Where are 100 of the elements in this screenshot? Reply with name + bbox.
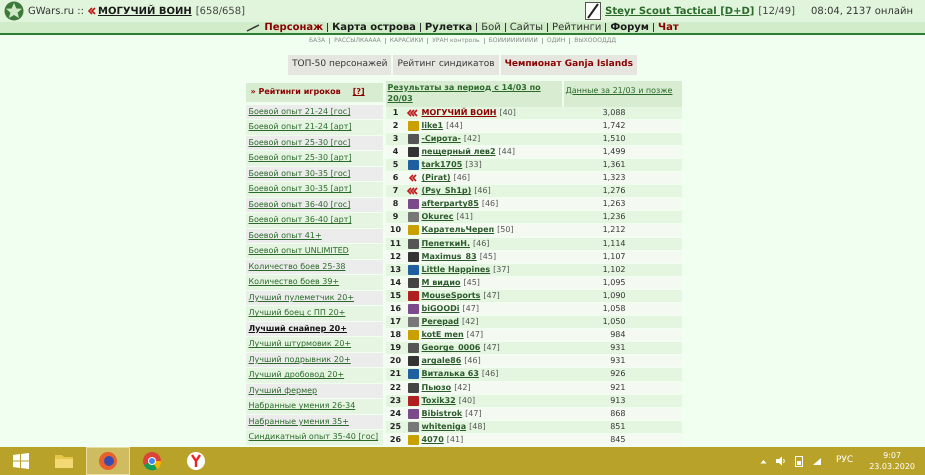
sidebar-item[interactable]: Лучший снайпер 20+	[246, 322, 382, 338]
rating-link[interactable]: Боевой опыт 36-40 [гос]	[248, 198, 350, 211]
rating-link[interactable]: Боевой опыт 21-24 [гос]	[248, 106, 350, 118]
score-text: 1,510	[602, 132, 626, 145]
rating-link[interactable]: Лучший пулеметчик 20+	[248, 292, 354, 304]
rating-link[interactable]: Боевой опыт 36-40 [арт]	[248, 214, 352, 226]
player-link[interactable]: Okurec	[422, 211, 454, 224]
rating-link[interactable]: Лучший штурмовик 20+	[248, 338, 352, 350]
tab[interactable]: ТОП-50 персонажей	[288, 55, 392, 75]
sidebar-item[interactable]: Количество боев 25-38	[246, 260, 382, 276]
player-link[interactable]: Пьюзо	[422, 382, 452, 394]
sidebar-item[interactable]: Боевой опыт 36-40 [гос]	[246, 198, 382, 214]
rating-link[interactable]: Количество боев 25-38	[248, 260, 346, 273]
emblem-icon	[407, 264, 420, 275]
player-link[interactable]: kotE men	[422, 329, 464, 342]
sidebar-item[interactable]: Боевой опыт 30-35 [гос]	[246, 166, 382, 182]
player-link[interactable]: Perepad	[422, 316, 460, 328]
sidebar-item[interactable]: Лучший штурмовик 20+	[246, 337, 382, 353]
sidebar-item[interactable]: Набранные умения 26-34	[246, 399, 382, 415]
score-text: 1,212	[602, 224, 626, 236]
rating-link[interactable]: Боевой опыт 21-24 [арт]	[248, 121, 352, 134]
sidebar-item[interactable]: Боевой опыт 30-35 [арт]	[246, 182, 382, 198]
score-text: 3,088	[602, 106, 626, 119]
sidebar-item[interactable]: Лучший фермер	[246, 384, 382, 400]
rating-link[interactable]: Лучший боец с ПП 20+	[248, 307, 346, 320]
help-link[interactable]: [?]	[352, 86, 365, 98]
nav-link[interactable]: Чат	[658, 20, 679, 36]
nav-link[interactable]: Карта острова	[332, 20, 416, 36]
nav-link[interactable]: Бой	[481, 20, 501, 36]
sidebar-item[interactable]: Лучший боец с ПП 20+	[246, 306, 382, 322]
nav-link[interactable]: Форум	[610, 20, 649, 36]
player-link[interactable]: Виталька 63	[422, 368, 479, 380]
sidebar-item[interactable]: Боевой опыт 41+	[246, 228, 382, 244]
rank-text: 4	[392, 146, 400, 158]
player-link[interactable]: afterparty85	[422, 198, 479, 210]
player-link[interactable]: (Pirat)	[422, 172, 451, 184]
nav-link[interactable]: Рулетка	[424, 20, 472, 36]
sidebar-item[interactable]: Боевой опыт 21-24 [арт]	[246, 120, 382, 136]
sidebar-item[interactable]: Лучший дробовод 20+	[246, 368, 382, 384]
later-data-link[interactable]: Данные за 21/03 и позже	[564, 80, 682, 107]
player-link[interactable]: Bibistrok	[422, 408, 462, 420]
player-link[interactable]: МОГУЧИЙ ВОИН	[422, 106, 496, 119]
rating-link[interactable]: Боевой опыт UNLIMITED	[248, 245, 349, 258]
rating-link[interactable]: Лучший фермер	[248, 384, 318, 397]
player-link[interactable]: М видио	[422, 276, 460, 289]
rating-link[interactable]: Лучший снайпер 20+	[248, 322, 347, 335]
score-text: 926	[609, 368, 626, 380]
sidebar-item[interactable]: Боевой опыт 25-30 [арт]	[246, 151, 382, 167]
level-text: [37]	[493, 264, 510, 276]
rating-link[interactable]: Лучший дробовод 20+	[248, 369, 344, 382]
rating-link[interactable]: Боевой опыт 25-30 [арт]	[248, 152, 352, 164]
player-link[interactable]: Toxik32	[422, 394, 456, 407]
nav-link[interactable]: Рейтинги	[552, 20, 602, 36]
rank-text: 24	[388, 408, 402, 420]
player-link[interactable]: like1	[422, 120, 444, 132]
rank-text: 5	[392, 158, 400, 171]
player-link[interactable]: МОГУЧИЙ ВОИН	[98, 4, 192, 19]
sidebar-item[interactable]: Лучший пулеметчик 20+	[246, 290, 382, 306]
level-text: [44]	[446, 120, 463, 132]
rating-link[interactable]: Боевой опыт 41+	[248, 230, 322, 242]
player-link[interactable]: biGOODi	[422, 303, 460, 316]
sidebar-item[interactable]: Боевой опыт 25-30 [гос]	[246, 136, 382, 152]
nav-link[interactable]: Сайты	[510, 20, 544, 36]
rating-link[interactable]: Боевой опыт 30-35 [гос]	[248, 168, 350, 180]
sidebar-item[interactable]: Количество боев 39+	[246, 275, 382, 291]
player-link[interactable]: 4070	[422, 434, 444, 446]
nav-link[interactable]: Персонаж	[264, 20, 324, 36]
rank-text: 23	[388, 394, 402, 407]
tab[interactable]: Рейтинг синдикатов	[393, 55, 499, 75]
sidebar-item[interactable]: Боевой опыт UNLIMITED	[246, 244, 382, 260]
player-link[interactable]: MouseSports	[422, 290, 480, 302]
player-link[interactable]: -Сирота-	[422, 132, 461, 145]
sidebar-item[interactable]: Набранные умения 35+	[246, 414, 382, 430]
rating-link[interactable]: Боевой опыт 30-35 [арт]	[248, 183, 352, 196]
player-link[interactable]: Little Happines	[422, 264, 490, 276]
player-link[interactable]: tark1705	[422, 158, 462, 171]
emblem-icon	[407, 343, 420, 354]
rating-link[interactable]: Набранные умения 35+	[248, 416, 349, 428]
rating-link[interactable]: Лучший подрывник 20+	[248, 354, 351, 366]
tab[interactable]: Чемпионат Ganja Islands	[500, 55, 637, 75]
sidebar-item[interactable]: Боевой опыт 21-24 [гос]	[246, 104, 382, 120]
player-link[interactable]: КарательЧереп	[422, 224, 494, 236]
player-link[interactable]: whiteniga	[422, 420, 466, 433]
rank-text: 7	[392, 185, 400, 198]
sidebar-item[interactable]: Синдикатный опыт 35-40 [гос]	[246, 430, 382, 446]
taskbar-app[interactable]	[86, 447, 130, 475]
rating-link[interactable]: Набранные умения 26-34	[248, 400, 356, 412]
sidebar-item[interactable]: Боевой опыт 36-40 [арт]	[246, 213, 382, 229]
player-link[interactable]: Maximus_83	[422, 250, 477, 263]
player-link[interactable]: ПепеткиН.	[422, 238, 470, 250]
rating-link[interactable]: Боевой опыт 25-30 [гос]	[248, 136, 350, 149]
sidebar-item[interactable]: Лучший подрывник 20+	[246, 352, 382, 368]
player-link[interactable]: (Psy_Sh1p)	[422, 185, 472, 198]
player-link[interactable]: George_0006	[422, 342, 480, 354]
weapon-link[interactable]: Steyr Scout Tactical [D+D]	[605, 4, 754, 19]
rating-link[interactable]: Количество боев 39+	[248, 276, 340, 288]
rating-link[interactable]: Синдикатный опыт 35-40 [гос]	[248, 431, 378, 444]
player-link[interactable]: пещерный лев2	[422, 146, 496, 158]
player-link[interactable]: argale86	[422, 355, 462, 368]
rank-text: 21	[388, 368, 402, 380]
